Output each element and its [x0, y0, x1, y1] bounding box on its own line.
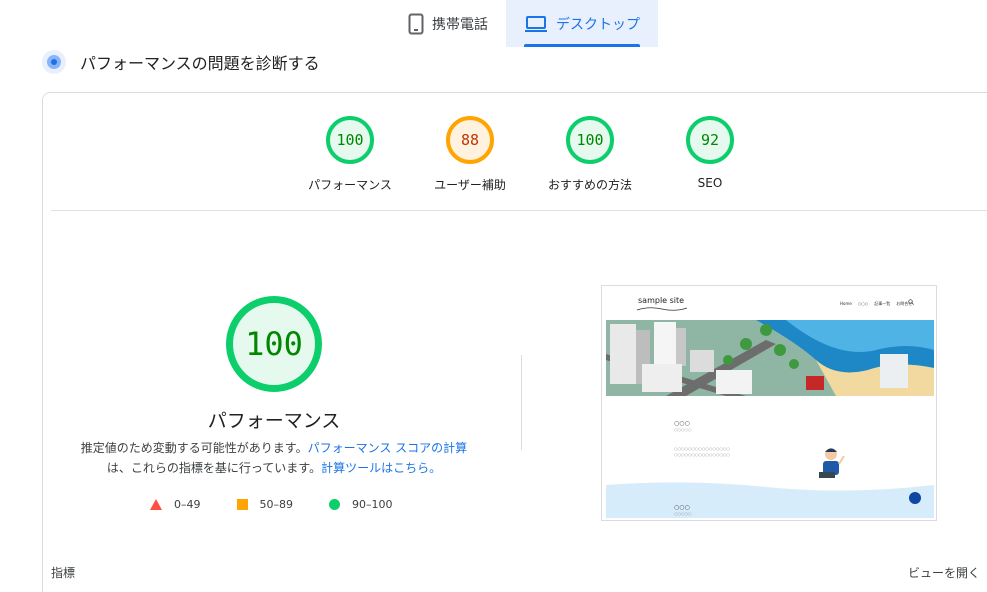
legend-fail-range: 0–49 — [174, 498, 201, 511]
gauge-accessibility[interactable]: 88 ユーザー補助 — [410, 116, 530, 193]
gauges-divider — [51, 210, 987, 211]
gauge-score: 100 — [326, 116, 374, 164]
thumb-block-line: ○○○○○○○○○○○○○○○○ — [674, 446, 730, 451]
gauge-performance[interactable]: 100 パフォーマンス — [290, 116, 410, 193]
smartphone-icon — [408, 13, 424, 34]
square-icon — [236, 499, 248, 510]
laptop-icon — [525, 15, 547, 32]
person-illustration — [819, 448, 845, 478]
gauge-score: 100 — [566, 116, 614, 164]
main-performance-title: パフォーマンス — [207, 410, 341, 432]
legend-pass: 90–100 — [329, 498, 393, 511]
category-gauges: 100 パフォーマンス 88 ユーザー補助 100 おすすめの方法 92 SEO — [290, 116, 770, 193]
device-tabs: 携帯電話 デスクトップ — [390, 0, 658, 47]
site-logo-underline — [636, 307, 688, 311]
vertical-divider — [521, 355, 522, 450]
thumb-nav-item: 記事一覧 — [874, 301, 891, 306]
thumb-nav-item: Home — [840, 301, 852, 306]
thumb-nav-item: ○○○ — [857, 301, 869, 306]
footer-wave — [606, 482, 934, 518]
legend-average-range: 50–89 — [259, 498, 294, 511]
tab-desktop-label: デスクトップ — [556, 16, 640, 33]
score-calculation-link[interactable]: パフォーマンス スコアの計算 — [308, 441, 468, 455]
scroll-top-button — [909, 492, 921, 504]
metrics-label: 指標 — [51, 566, 76, 580]
diagnose-title: パフォーマンスの問題を診断する — [80, 54, 320, 73]
thumb-block-sub: ○○○○○ — [674, 511, 692, 516]
thumb-block-title: ○○○ — [674, 504, 690, 511]
hero-city-illustration — [606, 320, 934, 396]
tab-mobile-label: 携帯電話 — [432, 16, 488, 33]
thumb-block-title: ○○○ — [674, 420, 690, 427]
score-description: 推定値のため変動する可能性があります。パフォーマンス スコアの計算 は、これらの… — [76, 438, 472, 478]
circle-icon — [329, 499, 340, 510]
legend-average: 50–89 — [236, 498, 294, 511]
legend-fail: 0–49 — [150, 498, 201, 511]
main-performance-score: 100 — [226, 296, 322, 392]
gauge-label: ユーザー補助 — [434, 178, 506, 192]
gauge-score: 88 — [446, 116, 494, 164]
final-screenshot[interactable]: sample site Home ○○○ 記事一覧 お問合せ ○○○ ○○○○○… — [601, 285, 937, 521]
diagnose-header: パフォーマンスの問題を診断する — [42, 50, 320, 74]
description-text-2: は、これらの指標を基に行っています。 — [106, 461, 322, 475]
description-text-1: 推定値のため変動する可能性があります。 — [80, 441, 308, 455]
score-legend: 0–49 50–89 90–100 — [150, 498, 393, 511]
tab-mobile[interactable]: 携帯電話 — [390, 0, 506, 47]
thumb-site-title: sample site — [638, 296, 685, 305]
thumb-nav: Home ○○○ 記事一覧 お問合せ — [840, 301, 912, 307]
gauge-label: パフォーマンス — [308, 178, 392, 192]
search-icon — [908, 299, 914, 305]
legend-pass-range: 90–100 — [352, 498, 393, 511]
thumb-block-line: ○○○○○○○○○○○○○○○○ — [674, 452, 730, 457]
gauge-score: 92 — [686, 116, 734, 164]
expand-view-toggle[interactable]: ビューを開く — [908, 564, 980, 581]
gauge-best-practices[interactable]: 100 おすすめの方法 — [530, 116, 650, 193]
triangle-icon — [150, 499, 162, 510]
calculator-link[interactable]: 計算ツールはこちら。 — [321, 461, 441, 475]
gauge-label: おすすめの方法 — [547, 178, 632, 192]
lighthouse-icon — [42, 50, 66, 74]
thumb-block-sub: ○○○○○ — [674, 427, 692, 432]
gauge-label: SEO — [697, 176, 723, 190]
gauge-seo[interactable]: 92 SEO — [650, 116, 770, 193]
tab-desktop[interactable]: デスクトップ — [506, 0, 658, 47]
